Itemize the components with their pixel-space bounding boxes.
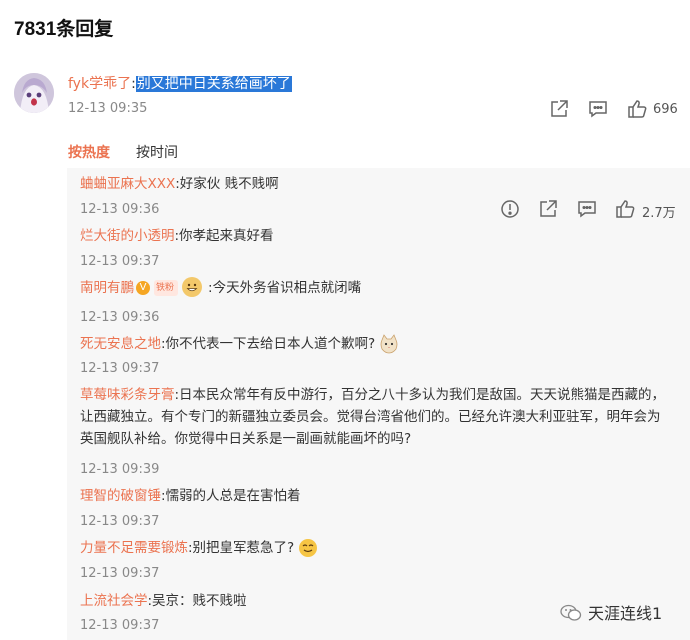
wechat-icon [560,604,582,626]
reply-time: 12-13 09:36 [80,310,160,325]
list-item: 南明有鵬 V 铁粉 :今天外务省识相点就闭嘴 [80,277,361,299]
reply-time: 12-13 09:37 [80,361,160,376]
main-comment-username[interactable]: fyk学乖了 [68,76,131,92]
reply-time: 12-13 09:37 [80,618,160,633]
like-icon[interactable] [626,98,648,120]
list-item: 力量不足需要锻炼:别把皇军惹急了? [80,537,318,559]
reply-text: :今天外务省识相点就闭嘴 [208,280,362,296]
reply-username[interactable]: 烂大街的小透明 [80,228,175,244]
reply-text: :别把皇军惹急了? [188,540,295,556]
avatar[interactable] [14,73,54,113]
like-icon[interactable] [614,198,636,220]
share-icon[interactable] [548,98,570,120]
reply-time: 12-13 09:37 [80,254,160,269]
share-icon[interactable] [537,198,559,220]
list-item: 死无安息之地:你不代表一下去给日本人道个歉啊? [80,333,399,355]
report-icon[interactable] [499,198,521,220]
comment-icon[interactable] [576,198,598,220]
reply-count-title: 7831条回复 [14,19,114,40]
tab-sort-hot[interactable]: 按热度 [68,142,110,162]
verified-icon: V [136,281,150,295]
list-item: 上流社会学:吴京：贱不贱啦 [80,590,247,612]
emoji-cat-icon [379,334,399,354]
list-item: 理智的破窗锤:懦弱的人总是在害怕着 [80,485,301,507]
reply-username[interactable]: 力量不足需要锻炼 [80,540,188,556]
reply-time: 12-13 09:36 [80,202,160,217]
reply-username[interactable]: 理智的破窗锤 [80,488,161,504]
reply-text: :吴京：贱不贱啦 [147,593,247,609]
reply-text: :好家伙 贱不贱啊 [175,176,279,192]
reply-text: :你孝起来真好看 [174,228,274,244]
fan-badge: 铁粉 [154,280,179,296]
main-comment-text: 别又把中日关系给画坏了 [135,76,292,92]
reply-text: :懦弱的人总是在害怕着 [161,488,301,504]
reply-username[interactable]: 南明有鵬 [80,280,134,296]
reply-username[interactable]: 草莓味彩条牙膏 [80,387,175,403]
emoji-grin-icon [182,277,203,297]
reply-username[interactable]: 蛐蛐亚麻大XXX [80,176,175,192]
reply-username[interactable]: 死无安息之地 [80,336,161,352]
reply-time: 12-13 09:37 [80,514,160,529]
watermark: 天涯连线1 [560,600,662,626]
main-comment-time: 12-13 09:35 [68,101,148,116]
reply-time: 12-13 09:37 [80,566,160,581]
main-like-count: 696 [653,102,678,117]
reply-like-count: 2.7万 [642,206,676,221]
main-comment: fyk学乖了:别又把中日关系给画坏了 [68,75,292,93]
emoji-grin-icon [298,538,318,558]
reply-text: :你不代表一下去给日本人道个歉啊? [161,336,376,352]
list-item: 烂大街的小透明:你孝起来真好看 [80,225,274,247]
list-item: 蛐蛐亚麻大XXX:好家伙 贱不贱啊 [80,173,279,195]
watermark-text: 天涯连线1 [588,604,663,623]
reply-username[interactable]: 上流社会学 [80,593,148,609]
comment-icon[interactable] [587,98,609,120]
tab-sort-time[interactable]: 按时间 [136,142,178,162]
reply-time: 12-13 09:39 [80,462,160,477]
list-item: 草莓味彩条牙膏:日本民众常年有反中游行，百分之八十多认为我们是敌国。天天说熊猫是… [80,384,668,450]
